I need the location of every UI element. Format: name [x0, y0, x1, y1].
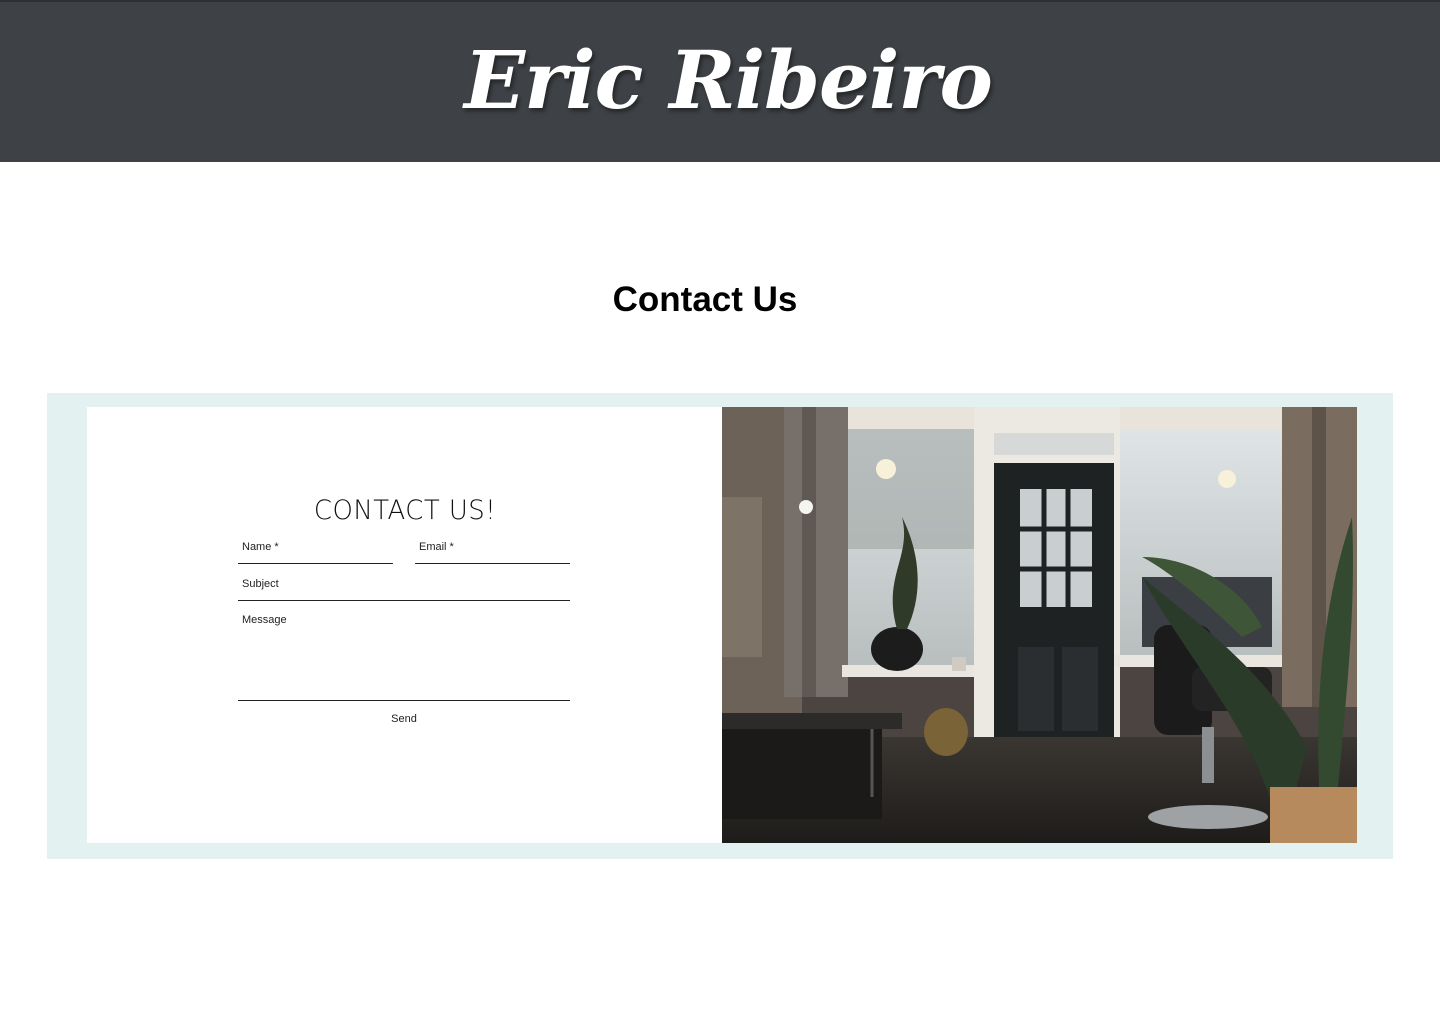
salon-interior-photo	[722, 407, 1357, 843]
name-field[interactable]: Name *	[238, 541, 393, 564]
page-title: Contact Us	[0, 280, 1440, 320]
email-field-label: Email *	[419, 541, 454, 553]
subject-field-label: Subject	[242, 578, 279, 590]
subject-field[interactable]: Subject	[238, 578, 570, 601]
contact-form-heading: CONTACT US!	[313, 495, 497, 526]
message-field[interactable]: Message	[238, 614, 570, 701]
salon-photo-illustration	[722, 407, 1357, 843]
contact-form-panel: CONTACT US! Name * Email * Subject Messa…	[87, 407, 722, 843]
name-field-label: Name *	[242, 541, 279, 553]
send-button[interactable]: Send	[369, 710, 439, 728]
site-title[interactable]: Eric Ribeiro	[464, 33, 993, 127]
message-field-label: Message	[242, 614, 287, 626]
site-header: Eric Ribeiro	[0, 0, 1440, 162]
email-field[interactable]: Email *	[415, 541, 570, 564]
page-title-text: Contact Us	[612, 280, 798, 319]
